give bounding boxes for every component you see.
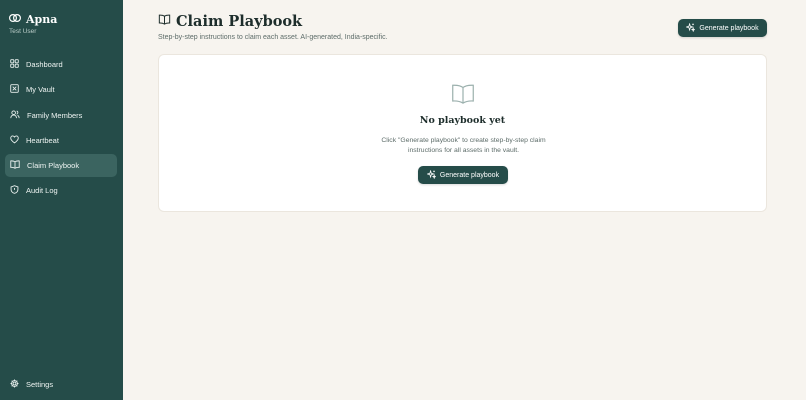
sidebar: Apna Test User Dashboard My Vault Family… xyxy=(0,0,123,400)
sidebar-item-family-members[interactable]: Family Members xyxy=(5,104,117,127)
main-content: Claim Playbook Step-by-step instructions… xyxy=(123,0,806,400)
sidebar-item-my-vault[interactable]: My Vault xyxy=(5,78,117,101)
vault-icon xyxy=(10,84,19,95)
logo-icon xyxy=(8,10,22,28)
sidebar-item-audit-log[interactable]: Audit Log xyxy=(5,179,117,202)
brand[interactable]: Apna xyxy=(8,10,58,28)
user-name: Test User xyxy=(9,28,37,35)
page-subtitle: Step-by-step instructions to claim each … xyxy=(158,34,388,41)
grid-icon xyxy=(10,59,19,70)
page-title-text: Claim Playbook xyxy=(176,12,303,30)
sidebar-item-settings[interactable]: Settings xyxy=(5,373,117,396)
sidebar-item-dashboard[interactable]: Dashboard xyxy=(5,53,117,76)
generate-playbook-label: Generate playbook xyxy=(439,171,500,179)
shield-icon xyxy=(10,185,19,196)
sidebar-settings: Settings xyxy=(5,373,117,398)
sidebar-item-label: Heartbeat xyxy=(26,135,59,145)
empty-state-description: Click "Generate playbook" to create step… xyxy=(381,137,546,154)
empty-state-title: No playbook yet xyxy=(419,115,506,126)
sparkles-icon xyxy=(426,169,437,181)
sidebar-item-label: Dashboard xyxy=(26,60,63,69)
generate-playbook-button[interactable]: Generate playbook xyxy=(418,166,508,184)
page-title: Claim Playbook xyxy=(158,12,302,30)
heart-icon xyxy=(10,135,19,146)
sidebar-item-label: My Vault xyxy=(26,85,55,95)
sidebar-item-claim-playbook[interactable]: Claim Playbook xyxy=(5,154,117,178)
empty-state-card: No playbook yet Click "Generate playbook… xyxy=(158,54,767,212)
book-icon xyxy=(10,160,20,171)
sidebar-item-label: Settings xyxy=(26,380,54,389)
gear-icon xyxy=(10,379,19,390)
sparkles-icon xyxy=(685,22,696,34)
book-icon xyxy=(158,12,171,30)
book-icon xyxy=(451,83,475,110)
generate-playbook-label: Generate playbook xyxy=(699,24,759,32)
sidebar-item-label: Audit Log xyxy=(26,186,58,196)
users-icon xyxy=(10,110,20,121)
sidebar-item-label: Claim Playbook xyxy=(27,161,80,171)
generate-playbook-button[interactable]: Generate playbook xyxy=(678,19,767,37)
sidebar-item-heartbeat[interactable]: Heartbeat xyxy=(5,129,117,152)
sidebar-nav: Dashboard My Vault Family Members Heartb… xyxy=(5,53,117,205)
brand-name: Apna xyxy=(26,12,58,26)
sidebar-item-label: Family Members xyxy=(27,110,83,120)
